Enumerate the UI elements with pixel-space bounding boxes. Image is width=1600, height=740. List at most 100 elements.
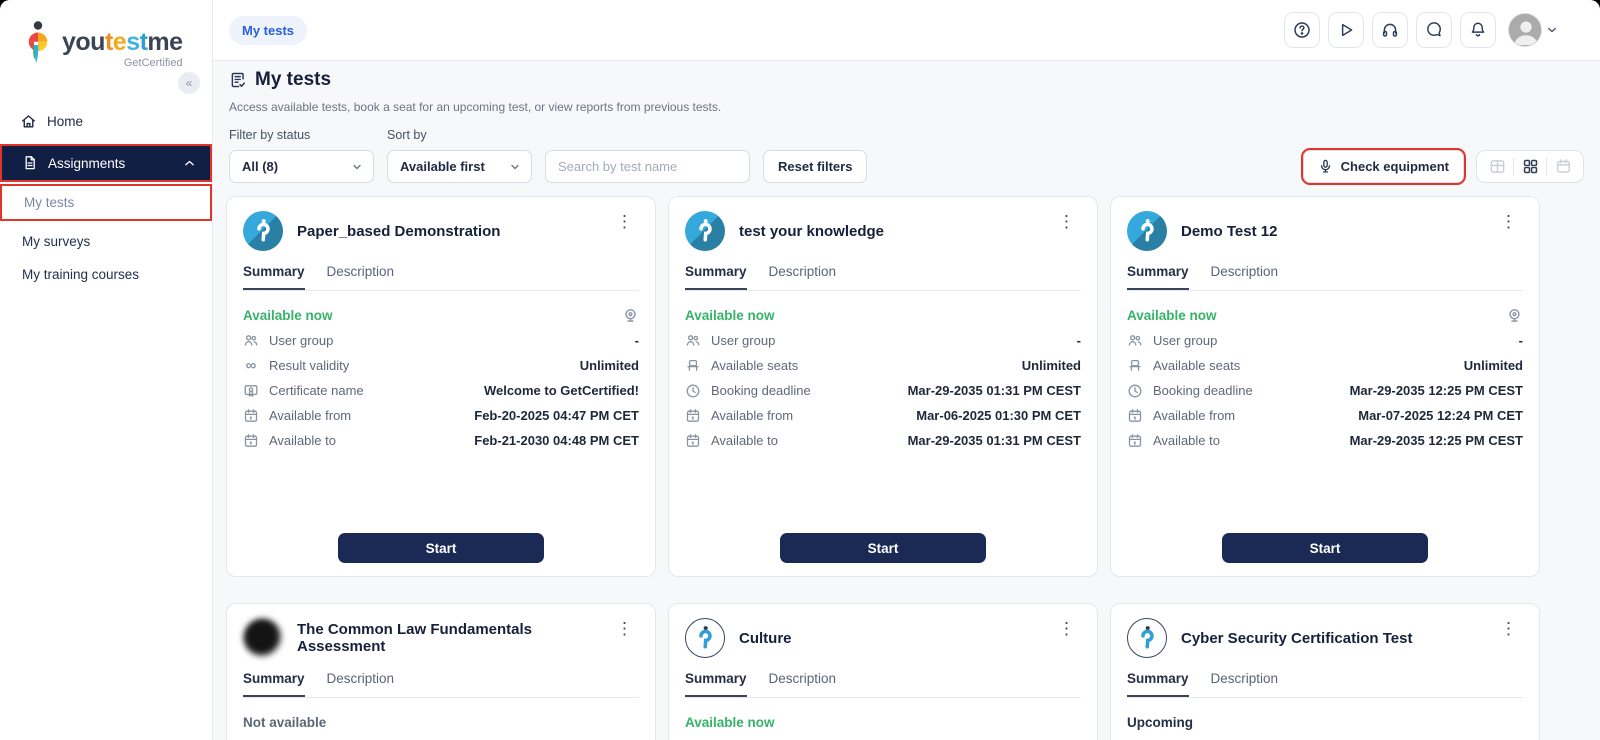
sidebar-subitem-my-tests[interactable]: My tests	[2, 186, 210, 219]
check-equipment-button[interactable]: Check equipment	[1303, 150, 1464, 183]
kebab-menu-icon[interactable]: ⋮	[1494, 618, 1523, 639]
users-icon	[1127, 333, 1143, 349]
sort-by-select[interactable]: Available first	[387, 150, 532, 183]
detail-row: ∞Result validityUnlimited	[243, 357, 639, 374]
test-logo	[685, 618, 725, 658]
kebab-menu-icon[interactable]: ⋮	[1052, 618, 1081, 639]
tab-summary[interactable]: Summary	[243, 671, 305, 697]
table-view-button[interactable]	[1481, 151, 1513, 182]
users-icon	[685, 333, 701, 349]
sidebar-subitem-my-surveys[interactable]: My surveys	[0, 225, 212, 258]
headset-button[interactable]	[1372, 12, 1408, 48]
calendar-view-button[interactable]	[1547, 151, 1579, 182]
tab-description[interactable]: Description	[1211, 671, 1279, 697]
page-title: My tests	[255, 69, 331, 91]
test-card: test your knowledge⋮SummaryDescriptionAv…	[668, 196, 1098, 577]
detail-label: User group	[269, 333, 333, 348]
users-icon	[243, 333, 259, 349]
card-header: Demo Test 12 ⋮	[1127, 211, 1523, 251]
kebab-menu-icon[interactable]: ⋮	[610, 618, 639, 639]
calendar-icon	[685, 433, 701, 449]
status-badge: Upcoming	[1127, 715, 1193, 730]
detail-row: Available fromFeb-20-2025 04:47 PM CET	[243, 407, 639, 424]
app-window: youtestme GetCertified « HomeAssignments…	[0, 0, 1600, 740]
check-equipment-label: Check equipment	[1341, 159, 1449, 174]
sort-by-label: Sort by	[387, 128, 532, 142]
page-header: My tests Access available tests, book a …	[226, 67, 1584, 114]
tab-description[interactable]: Description	[327, 264, 395, 290]
status-filter-select[interactable]: All (8)	[229, 150, 374, 183]
start-button[interactable]: Start	[338, 533, 544, 563]
chat-button[interactable]	[1416, 12, 1452, 48]
detail-label: User group	[1153, 333, 1217, 348]
test-card: Cyber Security Certification Test ⋮ Summar…	[1110, 603, 1540, 740]
view-toggle-group	[1476, 150, 1584, 183]
test-cards-grid: Paper_based Demonstration⋮SummaryDescrip…	[226, 196, 1584, 740]
card-tabs: Summary Description	[685, 671, 1081, 698]
start-button[interactable]: Start	[780, 533, 986, 563]
test-logo	[243, 211, 283, 251]
sidebar-item-home[interactable]: Home	[0, 103, 212, 140]
blurred-test-logo	[243, 618, 283, 658]
detail-label: Available seats	[1153, 358, 1240, 373]
play-button[interactable]	[1328, 12, 1364, 48]
tab-summary[interactable]: Summary	[685, 264, 747, 290]
filter-status-label: Filter by status	[229, 128, 374, 142]
card-title: Cyber Security Certification Test	[1181, 630, 1412, 647]
detail-row: Available fromMar-07-2025 12:24 PM CET	[1127, 407, 1523, 424]
sidebar-item-assignments[interactable]: Assignments	[2, 146, 210, 180]
brand-letter: you	[62, 28, 105, 56]
bell-button[interactable]	[1460, 12, 1496, 48]
chevron-down-icon	[509, 161, 521, 173]
tab-description[interactable]: Description	[1211, 264, 1279, 290]
tab-summary[interactable]: Summary	[243, 264, 305, 290]
kebab-menu-icon[interactable]: ⋮	[1052, 211, 1081, 232]
tab-summary[interactable]: Summary	[685, 671, 747, 697]
help-button[interactable]	[1284, 12, 1320, 48]
kebab-menu-icon[interactable]: ⋮	[610, 211, 639, 232]
avatar	[1508, 13, 1542, 47]
microphone-icon	[1318, 159, 1333, 174]
detail-row: Certificate nameWelcome to GetCertified!	[243, 382, 639, 399]
chevron-up-icon	[183, 157, 196, 170]
card-title: Demo Test 12	[1181, 223, 1277, 240]
status-row: Upcoming	[1127, 713, 1523, 731]
tab-summary[interactable]: Summary	[1127, 264, 1189, 290]
topbar-actions	[1284, 12, 1558, 48]
start-button[interactable]: Start	[1222, 533, 1428, 563]
detail-label: Result validity	[269, 358, 349, 373]
detail-value: -	[1077, 333, 1081, 348]
chevron-down-icon	[351, 161, 363, 173]
webcam-icon	[1506, 307, 1523, 324]
status-badge: Available now	[1127, 308, 1217, 323]
play-icon	[1337, 21, 1355, 39]
user-menu[interactable]	[1508, 13, 1558, 47]
grid-view-button[interactable]	[1514, 151, 1546, 182]
tab-description[interactable]: Description	[769, 671, 837, 697]
help-icon	[1293, 21, 1311, 39]
breadcrumb[interactable]: My tests	[229, 16, 307, 45]
youtestme-logo-icon	[20, 20, 56, 68]
table-view-icon	[1489, 158, 1506, 175]
tab-description[interactable]: Description	[327, 671, 395, 697]
chat-icon	[1425, 21, 1443, 39]
sidebar-item-label: Home	[47, 114, 83, 129]
home-icon	[20, 113, 37, 130]
calendar-icon	[1127, 408, 1143, 424]
clock-icon	[685, 383, 701, 399]
kebab-menu-icon[interactable]: ⋮	[1494, 211, 1523, 232]
doc-icon	[22, 155, 38, 171]
card-tabs: Summary Description	[243, 264, 639, 291]
status-row: Available now	[243, 306, 639, 324]
card-title: Culture	[739, 630, 792, 647]
tab-summary[interactable]: Summary	[1127, 671, 1189, 697]
tab-description[interactable]: Description	[769, 264, 837, 290]
detail-label: Available to	[269, 433, 336, 448]
detail-row: Available toMar-29-2035 12:25 PM CEST	[1127, 432, 1523, 449]
seat-icon	[685, 358, 701, 374]
search-input[interactable]	[545, 150, 750, 183]
reset-filters-button[interactable]: Reset filters	[763, 150, 867, 183]
sidebar-collapse-button[interactable]: «	[178, 72, 200, 94]
test-card: The Common Law Fundamentals Assessment⋮S…	[226, 603, 656, 740]
sidebar-subitem-my-training-courses[interactable]: My training courses	[0, 258, 212, 291]
